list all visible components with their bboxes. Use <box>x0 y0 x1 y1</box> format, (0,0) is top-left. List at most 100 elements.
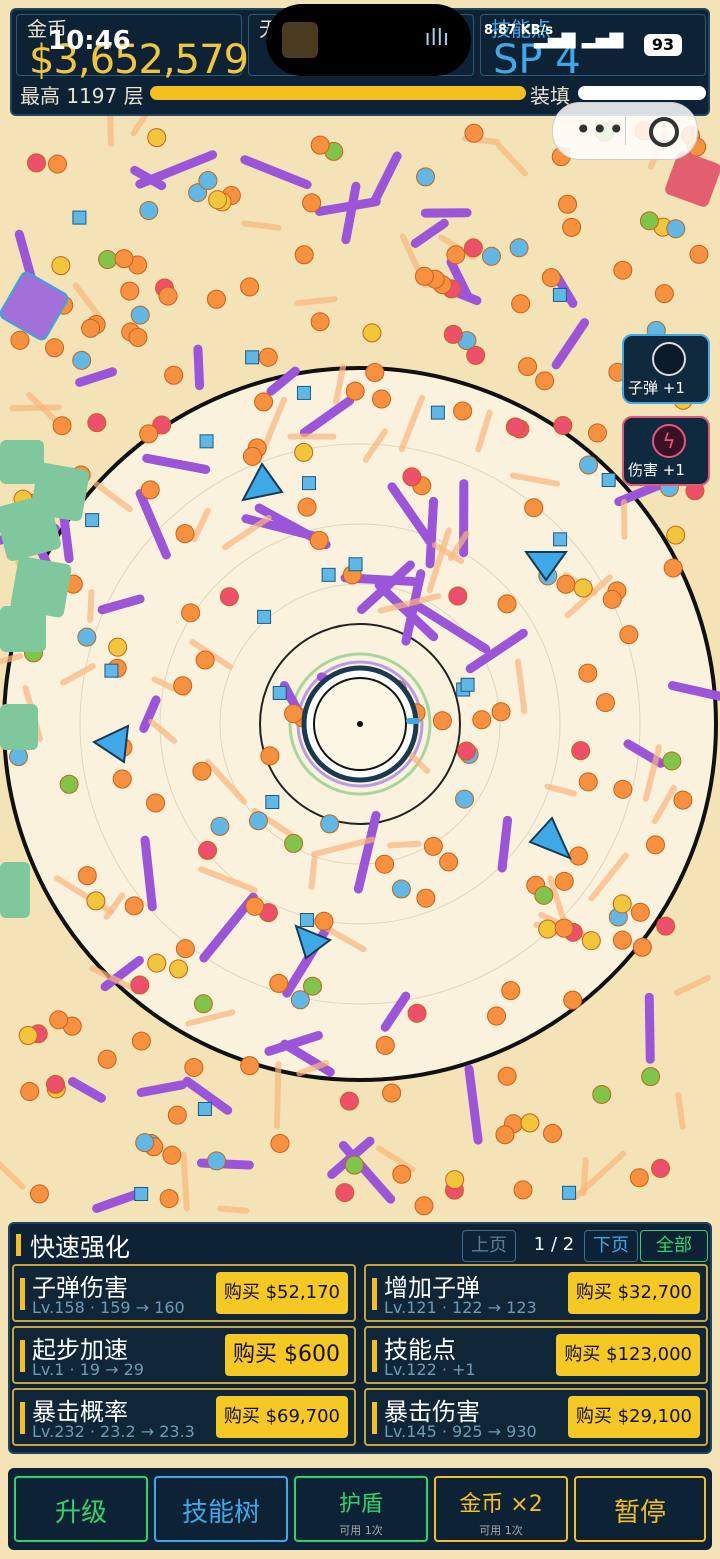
enemy-ball <box>662 751 682 771</box>
page-indicator: 1 / 2 <box>533 1234 575 1255</box>
enemy-ball <box>501 981 521 1001</box>
buy-button[interactable]: 购买 $69,700 <box>215 1396 348 1438</box>
enemy-ball <box>365 363 385 383</box>
enemy-ball <box>112 769 132 789</box>
enemy-ball <box>375 1035 395 1055</box>
enemy-ball <box>579 455 599 475</box>
show-all-button[interactable]: 全部 <box>640 1230 708 1262</box>
enemy-ball <box>98 250 118 270</box>
square-enemy <box>299 913 314 928</box>
enemy-ball <box>613 260 633 280</box>
damage-bonus-button[interactable]: ϟ 伤害 +1 <box>622 416 710 486</box>
shield-button[interactable]: 护盾 可用 1次 <box>294 1476 428 1542</box>
ball-trail <box>217 1205 250 1214</box>
next-page-button[interactable]: 下页 <box>584 1230 638 1262</box>
bullet-trail <box>425 496 439 569</box>
enemy-ball <box>632 937 652 957</box>
enemy-ball <box>258 347 278 367</box>
enemy-ball <box>72 350 92 370</box>
enemy-ball <box>602 589 622 609</box>
shield-uses: 可用 1次 <box>339 1524 383 1537</box>
close-miniprogram-icon[interactable] <box>649 117 679 147</box>
square-enemy <box>72 210 87 225</box>
upgrade-button[interactable]: 升级 <box>14 1476 148 1542</box>
coins-double-button[interactable]: 金币 ×2 可用 1次 <box>434 1476 568 1542</box>
upgrade-card-bullet-damage: 子弹伤害 Lv.158 · 159 → 160 购买 $52,170 <box>12 1264 356 1322</box>
enemy-ball <box>362 323 382 343</box>
enemy-ball <box>456 741 476 761</box>
enemy-ball <box>414 1196 434 1216</box>
enemy-ball <box>51 256 71 276</box>
enemy-ball <box>534 885 554 905</box>
enemy-ball <box>124 896 144 916</box>
enemy-ball <box>320 814 340 834</box>
prev-page-button[interactable]: 上页 <box>462 1230 516 1262</box>
enemy-ball <box>543 1123 563 1143</box>
enemy-ball <box>159 1189 179 1209</box>
enemy-ball <box>497 594 517 614</box>
enemy-ball <box>455 789 475 809</box>
reload-label: 装填 <box>530 84 570 108</box>
enemy-ball <box>571 741 591 761</box>
ball-trail <box>675 1091 686 1130</box>
audio-wave-icon: ıllı <box>424 26 449 51</box>
enemy-ball <box>18 1026 38 1046</box>
upgrade-level: Lv.158 · 159 → 160 <box>32 1298 185 1317</box>
enemy-ball <box>382 1083 402 1103</box>
enemy-ball <box>619 625 639 645</box>
buy-button[interactable]: 购买 $600 <box>225 1334 348 1376</box>
enemy-ball <box>146 793 166 813</box>
enemy-ball <box>9 747 29 767</box>
clock: 10:46 <box>48 26 131 56</box>
enemy-ball <box>195 650 215 670</box>
bullet-bonus-button[interactable]: 子弹 +1 <box>622 334 710 404</box>
enemy-ball <box>270 1133 290 1153</box>
enemy-ball <box>192 761 212 781</box>
enemy-ball <box>568 846 588 866</box>
buy-button[interactable]: 购买 $32,700 <box>567 1272 700 1314</box>
bullet-trail <box>193 344 205 391</box>
enemy-ball <box>158 286 178 306</box>
enemy-ball <box>578 772 598 792</box>
enemy-ball <box>491 702 511 722</box>
enemy-ball <box>128 327 148 347</box>
enemy-ball <box>639 211 659 231</box>
enemy-ball <box>446 245 466 265</box>
enemy-ball <box>651 1158 671 1178</box>
square-enemy <box>460 677 475 692</box>
enemy-ball <box>613 779 633 799</box>
pause-button[interactable]: 暂停 <box>574 1476 706 1542</box>
enemy-ball <box>297 497 317 517</box>
more-menu-icon[interactable]: ••• <box>575 113 625 146</box>
enemy-ball <box>416 888 436 908</box>
square-enemy <box>272 685 287 700</box>
coins-double-uses: 可用 1次 <box>479 1524 523 1537</box>
enemy-ball <box>630 902 650 922</box>
reload-bar <box>578 86 706 100</box>
enemy-ball <box>372 389 392 409</box>
upgrade-card-skill-point: 技能点 Lv.122 · +1 购买 $123,000 <box>364 1326 708 1384</box>
enemy-ball <box>592 1084 612 1104</box>
enemy-ball <box>284 704 304 724</box>
quick-upgrade-panel: 快速强化 上页 1 / 2 下页 全部 子弹伤害 Lv.158 · 159 → … <box>8 1222 712 1454</box>
enemy-ball <box>535 371 555 391</box>
enemy-ball <box>248 811 268 831</box>
skill-tree-button[interactable]: 技能树 <box>154 1476 288 1542</box>
upgrade-level: Lv.232 · 23.2 → 23.3 <box>32 1422 195 1441</box>
bullet-trail <box>59 509 74 564</box>
lightning-icon: ϟ <box>652 424 686 458</box>
coins-double-label: 金币 ×2 <box>459 1492 543 1517</box>
bullet-trail <box>497 815 513 873</box>
media-thumbnail-icon <box>282 22 318 58</box>
ball-trail <box>308 855 318 890</box>
buy-button[interactable]: 购买 $123,000 <box>556 1334 700 1376</box>
enemy-ball <box>314 911 334 931</box>
enemy-ball <box>181 603 201 623</box>
buy-button[interactable]: 购买 $29,100 <box>567 1396 700 1438</box>
enemy-ball <box>453 401 473 421</box>
upgrade-card-start-speed: 起步加速 Lv.1 · 19 → 29 购买 $600 <box>12 1326 356 1384</box>
buy-button[interactable]: 购买 $52,170 <box>215 1272 348 1314</box>
square-enemy <box>301 476 316 491</box>
upgrade-level: Lv.1 · 19 → 29 <box>32 1360 144 1379</box>
ball-trail <box>9 404 62 412</box>
